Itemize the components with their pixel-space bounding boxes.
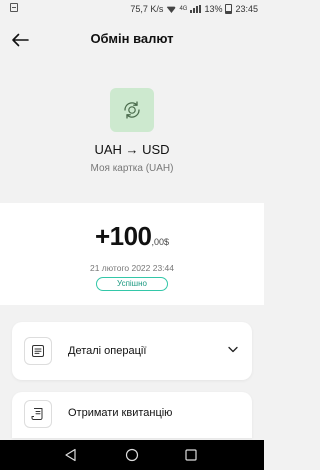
system-navigation-bar [0, 440, 264, 470]
amount: +100,00$ [0, 221, 264, 252]
chevron-down-icon [228, 346, 238, 353]
notification-icon [10, 3, 18, 12]
network-speed: 75,7 K/s [130, 4, 164, 14]
page-title: Обмін валют [90, 31, 174, 46]
status-left [10, 3, 18, 14]
battery-percent: 13% [204, 4, 223, 14]
status-time: 23:45 [235, 4, 258, 14]
amount-currency: $ [164, 237, 170, 247]
amount-panel: +100,00$ 21 лютого 2022 23:44 Успішно [0, 203, 264, 305]
amount-fraction: ,00 [151, 237, 165, 247]
header: Обмін валют [0, 18, 264, 62]
currency-pair: UAH → USD [94, 142, 170, 157]
status-right: 75,7 K/s 4G 13% 23:45 [130, 4, 258, 14]
signal-icon [190, 5, 202, 13]
nav-recent-apps-icon[interactable] [184, 448, 198, 462]
wifi-icon [166, 6, 177, 13]
nav-back-icon[interactable] [64, 448, 78, 462]
source-card: Моя картка (UAH) [90, 163, 174, 174]
exchange-icon-tile [110, 88, 154, 132]
nav-home-icon[interactable] [125, 448, 139, 462]
details-button[interactable]: Деталі операції [12, 322, 252, 380]
battery-icon [225, 4, 233, 14]
status-bar: 75,7 K/s 4G 13% 23:45 [0, 0, 264, 18]
receipt-label: Отримати квитанцію [68, 407, 173, 419]
currency-exchange-icon [124, 101, 140, 119]
document-list-icon [24, 337, 52, 365]
network-type: 4G [179, 6, 188, 12]
receipt-button[interactable]: Отримати квитанцію [12, 392, 252, 438]
amount-main: +100 [94, 221, 152, 251]
details-label: Деталі операції [68, 345, 147, 357]
transaction-datetime: 21 лютого 2022 23:44 [89, 263, 175, 273]
receipt-icon [24, 400, 52, 428]
status-badge: Успішно [96, 277, 168, 291]
